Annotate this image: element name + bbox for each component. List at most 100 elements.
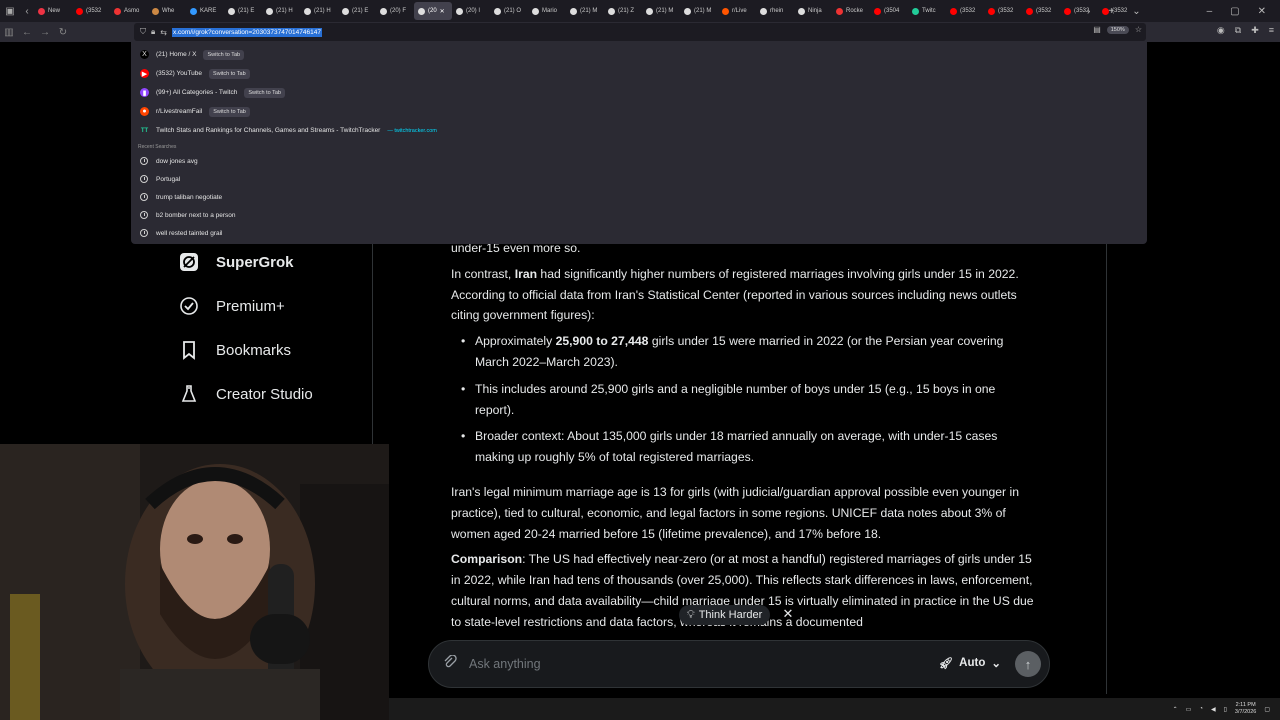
close-tab-icon[interactable]: ✕ xyxy=(440,8,445,15)
sidebar-item-creator-studio[interactable]: Creator Studio xyxy=(178,372,368,416)
sidebar-toggle-icon[interactable]: ▣ xyxy=(5,6,14,17)
browser-tab[interactable]: rhein xyxy=(756,2,794,20)
new-tab-icon[interactable]: + xyxy=(1108,6,1114,17)
close-window-icon[interactable]: ✕ xyxy=(1258,6,1266,17)
tab-favicon-icon xyxy=(912,7,919,15)
list-all-tabs-icon[interactable]: ⌄ xyxy=(1132,6,1140,17)
switch-to-tab-button[interactable]: Switch to Tab xyxy=(244,87,285,98)
menu-icon[interactable]: ≡ xyxy=(1269,25,1274,36)
maximize-icon[interactable]: ▢ xyxy=(1230,6,1239,17)
reload-icon[interactable]: ↻ xyxy=(54,27,72,38)
browser-tab[interactable]: (21) E xyxy=(224,2,262,20)
system-clock[interactable]: 2:11 PM 3/7/2026 xyxy=(1235,702,1256,716)
forward-icon[interactable]: → xyxy=(36,27,54,38)
switch-to-tab-button[interactable]: Switch to Tab xyxy=(203,49,245,60)
browser-tab[interactable]: Asmo xyxy=(110,2,148,20)
ask-input-bar[interactable]: Ask anything 🚀︎ Auto ⌄ ↑ xyxy=(428,640,1050,688)
browser-tab[interactable]: New xyxy=(34,2,72,20)
minimize-icon[interactable]: – xyxy=(1207,6,1213,17)
browser-tab[interactable]: (21) E xyxy=(338,2,376,20)
browser-tab[interactable]: Twitc xyxy=(908,2,946,20)
tab-favicon-icon xyxy=(190,7,197,15)
close-icon[interactable]: ✕ xyxy=(779,605,797,623)
zoom-level[interactable]: 150% xyxy=(1106,25,1129,34)
sidebar-item-bookmarks[interactable]: Bookmarks xyxy=(178,328,368,372)
volume-icon[interactable]: ◀ xyxy=(1211,706,1216,713)
recent-search-item[interactable]: dow jones avg xyxy=(131,152,1147,170)
ask-input[interactable]: Ask anything xyxy=(469,657,541,671)
tab-favicon-icon xyxy=(532,7,539,15)
suggestion-twitchtracker[interactable]: TT Twitch Stats and Rankings for Channel… xyxy=(131,121,1147,140)
reader-view-icon[interactable]: ▤ xyxy=(1093,25,1101,34)
suggestion-item[interactable]: ▮ (99+) All Categories - Twitch Switch to … xyxy=(131,83,1147,102)
browser-tab[interactable]: (3532 xyxy=(946,2,984,20)
browser-tab[interactable]: (21) H xyxy=(300,2,338,20)
browser-tab[interactable]: (21) M xyxy=(566,2,604,20)
wifi-icon[interactable]: ◔ xyxy=(1199,706,1203,712)
bookmark-star-icon[interactable]: ☆ xyxy=(1135,25,1142,34)
browser-tab[interactable]: Whe xyxy=(148,2,186,20)
shield-icon[interactable]: ⛉ xyxy=(140,27,146,37)
url-text[interactable]: x.com/i/grok?conversation=20303737470147… xyxy=(171,27,322,37)
notifications-icon[interactable]: ▢ xyxy=(1264,706,1270,713)
browser-tab[interactable]: (20) F xyxy=(376,2,414,20)
extensions-icon[interactable]: ⧉ xyxy=(1235,25,1241,36)
tab-label: r/Live xyxy=(732,8,747,14)
browser-tab[interactable]: (21) M xyxy=(680,2,718,20)
browser-tab[interactable]: (3532 xyxy=(72,2,110,20)
browser-tab[interactable]: Mario xyxy=(528,2,566,20)
browser-tab[interactable]: (20 ✕ xyxy=(414,2,452,20)
network-icon[interactable]: ▭ xyxy=(1186,706,1192,713)
browser-tab[interactable]: (3532 xyxy=(1022,2,1060,20)
browser-tab[interactable]: KARE xyxy=(186,2,224,20)
tab-list-back-icon[interactable]: ‹ xyxy=(25,6,28,17)
url-suggestions-dropdown: X (21) Home / X Switch to Tab ▶ (3532) YouTu… xyxy=(131,42,1147,244)
browser-tab[interactable]: (21) O xyxy=(490,2,528,20)
think-harder-chip[interactable]: 💡︎ Think Harder xyxy=(679,605,771,625)
browser-tab[interactable]: (3532 xyxy=(984,2,1022,20)
browser-tab[interactable]: (21) M xyxy=(642,2,680,20)
switch-to-tab-button[interactable]: Switch to Tab xyxy=(209,106,250,117)
battery-icon[interactable]: ▯ xyxy=(1224,706,1227,713)
tab-favicon-icon xyxy=(380,7,387,15)
scroll-tabs-right-icon[interactable]: › xyxy=(1087,6,1090,17)
suggestion-item[interactable]: ▶ (3532) YouTube Switch to Tab xyxy=(131,64,1147,83)
mode-selector[interactable]: 🚀︎ Auto ⌄ xyxy=(939,656,1001,670)
arrow-up-icon: ↑ xyxy=(1024,656,1032,672)
recent-search-item[interactable]: trump taliban negotiate xyxy=(131,188,1147,206)
account-icon[interactable]: ◉ xyxy=(1217,25,1225,36)
attach-icon[interactable] xyxy=(443,653,457,674)
browser-tab[interactable]: (3504 xyxy=(870,2,908,20)
browser-tab[interactable]: Rocke xyxy=(832,2,870,20)
suggestion-item[interactable]: X (21) Home / X Switch to Tab xyxy=(131,45,1147,64)
address-bar[interactable]: ⛉ 🔒︎ ⇆ x.com/i/grok?conversation=2030373… xyxy=(134,23,1146,41)
recent-search-item[interactable]: Portugal xyxy=(131,170,1147,188)
back-icon[interactable]: ← xyxy=(18,27,36,38)
tab-label: (3532 xyxy=(1036,8,1052,14)
permissions-icon[interactable]: ⇆ xyxy=(160,28,167,37)
sidebar-item-label: Premium+ xyxy=(216,297,285,315)
browser-tab[interactable]: Ninja xyxy=(794,2,832,20)
recent-search-item[interactable]: b2 bomber next to a person xyxy=(131,206,1147,224)
site-favicon-icon: ▮ xyxy=(140,88,149,97)
recent-searches-list: dow jones avg Portugal trump taliban negot… xyxy=(131,152,1147,242)
tab-label: KARE xyxy=(200,8,217,14)
browser-tab[interactable]: (20) I xyxy=(452,2,490,20)
tray-chevron-icon[interactable]: ⌃ xyxy=(1173,706,1178,713)
tab-favicon-icon xyxy=(836,7,843,15)
sidebar-item-premium[interactable]: Premium+ xyxy=(178,284,368,328)
tab-list: New (3532 Asmo Whe KARE (21) E (21) H (21) H (21… xyxy=(34,0,1144,22)
recent-search-item[interactable]: well rested tainted grail xyxy=(131,224,1147,242)
puzzle-icon[interactable]: ✚ xyxy=(1251,25,1259,36)
browser-tab[interactable]: (21) H xyxy=(262,2,300,20)
switch-to-tab-button[interactable]: Switch to Tab xyxy=(209,68,250,79)
browser-tab[interactable]: r/Live xyxy=(718,2,756,20)
sidebar-item-supergrok[interactable]: SuperGrok xyxy=(178,240,368,284)
sidebar-icon[interactable]: ▥ xyxy=(0,27,18,38)
browser-tab[interactable]: (21) Z xyxy=(604,2,642,20)
send-button[interactable]: ↑ xyxy=(1015,651,1041,677)
tab-label: Twitc xyxy=(922,8,936,14)
tab-favicon-icon xyxy=(1064,7,1071,15)
lock-icon[interactable]: 🔒︎ xyxy=(151,27,155,37)
suggestion-item[interactable]: ● r/LivestreamFail Switch to Tab xyxy=(131,102,1147,121)
